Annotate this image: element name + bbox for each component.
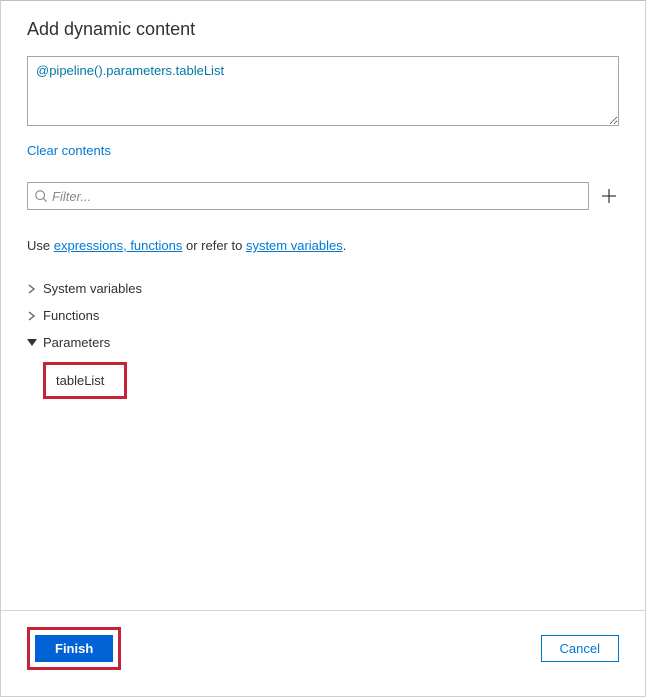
plus-icon xyxy=(601,188,617,204)
highlight-annotation: tableList xyxy=(43,362,127,399)
dialog-footer: Finish Cancel xyxy=(1,610,645,696)
tree-section-label: Functions xyxy=(43,308,99,323)
expressions-functions-link[interactable]: expressions, functions xyxy=(54,238,183,253)
system-variables-link[interactable]: system variables xyxy=(246,238,343,253)
page-title: Add dynamic content xyxy=(27,19,619,40)
filter-input[interactable] xyxy=(52,189,582,204)
help-middle: or refer to xyxy=(182,238,246,253)
tree-item: tableList xyxy=(43,362,619,399)
tree-section-system-variables[interactable]: System variables xyxy=(27,275,619,302)
tree-section-label: System variables xyxy=(43,281,142,296)
tree-section-parameters[interactable]: Parameters xyxy=(27,329,619,356)
chevron-right-icon xyxy=(27,311,37,321)
search-icon xyxy=(34,189,48,203)
help-suffix: . xyxy=(343,238,347,253)
help-prefix: Use xyxy=(27,238,54,253)
chevron-right-icon xyxy=(27,284,37,294)
expression-input[interactable] xyxy=(27,56,619,126)
clear-contents-link[interactable]: Clear contents xyxy=(27,143,111,158)
finish-button[interactable]: Finish xyxy=(35,635,113,662)
highlight-annotation: Finish xyxy=(27,627,121,670)
tree-section-label: Parameters xyxy=(43,335,110,350)
add-button[interactable] xyxy=(599,186,619,206)
parameter-tablelist[interactable]: tableList xyxy=(56,373,104,388)
chevron-down-icon xyxy=(27,338,37,348)
help-text: Use expressions, functions or refer to s… xyxy=(27,238,619,253)
tree-section-functions[interactable]: Functions xyxy=(27,302,619,329)
cancel-button[interactable]: Cancel xyxy=(541,635,619,662)
filter-input-wrap[interactable] xyxy=(27,182,589,210)
content-tree: System variables Functions Parameters ta… xyxy=(27,275,619,399)
